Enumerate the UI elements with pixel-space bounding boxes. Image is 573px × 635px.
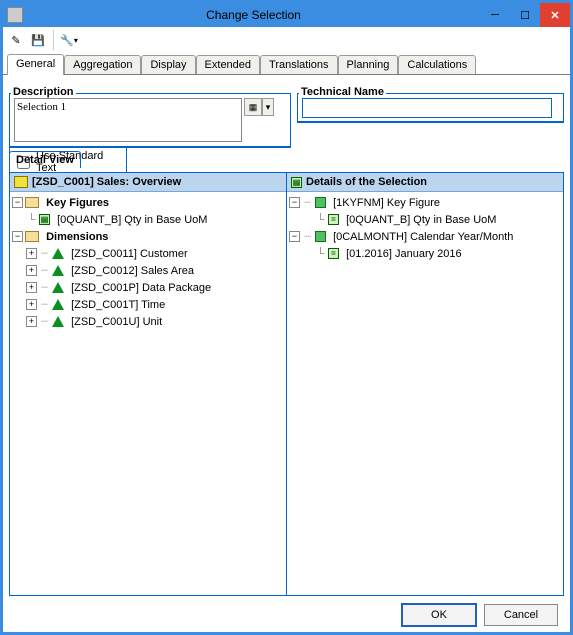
expand-toggle[interactable]: −: [289, 197, 300, 208]
key-figure-item[interactable]: [0QUANT_B] Qty in Base UoM: [57, 214, 207, 226]
detail-view-panel: [ZSD_C001] Sales: Overview − Key Figures…: [9, 172, 564, 596]
dimension-item[interactable]: [ZSD_C0011] Customer: [71, 248, 188, 260]
kf-restriction-node[interactable]: [1KYFNM] Key Figure: [333, 197, 440, 209]
expand-toggle[interactable]: +: [26, 248, 37, 259]
expand-toggle[interactable]: −: [12, 231, 23, 242]
tab-extended[interactable]: Extended: [196, 55, 260, 74]
description-input[interactable]: [14, 98, 242, 142]
ok-button[interactable]: OK: [402, 604, 476, 626]
tools-icon[interactable]: 🔧▾: [60, 31, 78, 49]
char-restriction-item[interactable]: [01.2016] January 2016: [346, 248, 462, 260]
folder-icon: [25, 231, 39, 242]
dimension-icon: [52, 299, 64, 310]
dimension-icon: [52, 316, 64, 327]
toolbar-separator: [53, 30, 54, 50]
expand-toggle[interactable]: −: [289, 231, 300, 242]
minimize-button[interactable]: ─: [480, 3, 510, 27]
infoprovider-tree: [ZSD_C001] Sales: Overview − Key Figures…: [10, 173, 287, 595]
tab-aggregation[interactable]: Aggregation: [64, 55, 141, 74]
dimension-item[interactable]: [ZSD_C0012] Sales Area: [71, 265, 194, 277]
technical-name-label: Technical Name: [299, 86, 386, 98]
tab-content: Description ▦ ▾ Use Standard Text Techni…: [3, 75, 570, 632]
dialog-buttons: OK Cancel: [9, 604, 564, 626]
title-bar: Change Selection ─ ☐ ✕: [3, 3, 570, 27]
tab-calculations[interactable]: Calculations: [398, 55, 476, 74]
selection-details-tree: ▤ Details of the Selection −┈ [1KYFNM] K…: [287, 173, 563, 595]
expand-toggle[interactable]: −: [12, 197, 23, 208]
right-tree-header: Details of the Selection: [306, 176, 427, 188]
edit-icon[interactable]: ✎: [7, 31, 25, 49]
key-figures-node[interactable]: Key Figures: [46, 197, 109, 209]
description-label: Description: [11, 86, 76, 98]
keyfigure-icon: =: [328, 214, 339, 225]
detail-view-label: Detail View: [9, 151, 81, 168]
left-tree-header: [ZSD_C001] Sales: Overview: [32, 176, 181, 188]
value-icon: =: [328, 248, 339, 259]
folder-icon: [25, 197, 39, 208]
dimension-icon: [52, 265, 64, 276]
dimensions-node[interactable]: Dimensions: [46, 231, 108, 243]
maximize-button[interactable]: ☐: [510, 3, 540, 27]
cube-icon: [14, 176, 28, 188]
dimension-item[interactable]: [ZSD_C001U] Unit: [71, 316, 162, 328]
keyfigure-icon: ▤: [39, 214, 50, 225]
right-tree-body[interactable]: −┈ [1KYFNM] Key Figure └= [0QUANT_B] Qty…: [287, 192, 563, 595]
tab-display[interactable]: Display: [141, 55, 195, 74]
tab-planning[interactable]: Planning: [338, 55, 399, 74]
tab-strip: General Aggregation Display Extended Tra…: [3, 53, 570, 75]
kf-restriction-item[interactable]: [0QUANT_B] Qty in Base UoM: [346, 214, 496, 226]
description-dropdown-button[interactable]: ▾: [262, 98, 274, 116]
toolbar: ✎ 💾 🔧▾: [3, 27, 570, 53]
characteristic-icon: [315, 197, 326, 208]
save-icon[interactable]: 💾: [29, 31, 47, 49]
cancel-button[interactable]: Cancel: [484, 604, 558, 626]
expand-toggle[interactable]: +: [26, 316, 37, 327]
dialog-window: Change Selection ─ ☐ ✕ ✎ 💾 🔧▾ General Ag…: [0, 0, 573, 635]
dimension-icon: [52, 282, 64, 293]
dimension-icon: [52, 248, 64, 259]
characteristic-icon: [315, 231, 326, 242]
expand-toggle[interactable]: +: [26, 299, 37, 310]
close-button[interactable]: ✕: [540, 3, 570, 27]
left-tree-body[interactable]: − Key Figures └▤ [0QUANT_B] Qty in Base …: [10, 192, 286, 595]
tab-general[interactable]: General: [7, 54, 64, 75]
technical-name-input[interactable]: [302, 98, 552, 118]
selection-icon: ▤: [291, 177, 302, 188]
dimension-item[interactable]: [ZSD_C001P] Data Package: [71, 282, 211, 294]
description-picker-button[interactable]: ▦: [244, 98, 262, 116]
system-icon: [7, 7, 23, 23]
expand-toggle[interactable]: +: [26, 265, 37, 276]
expand-toggle[interactable]: +: [26, 282, 37, 293]
tab-translations[interactable]: Translations: [260, 55, 338, 74]
char-restriction-node[interactable]: [0CALMONTH] Calendar Year/Month: [333, 231, 513, 243]
window-title: Change Selection: [27, 8, 480, 22]
dimension-item[interactable]: [ZSD_C001T] Time: [71, 299, 165, 311]
